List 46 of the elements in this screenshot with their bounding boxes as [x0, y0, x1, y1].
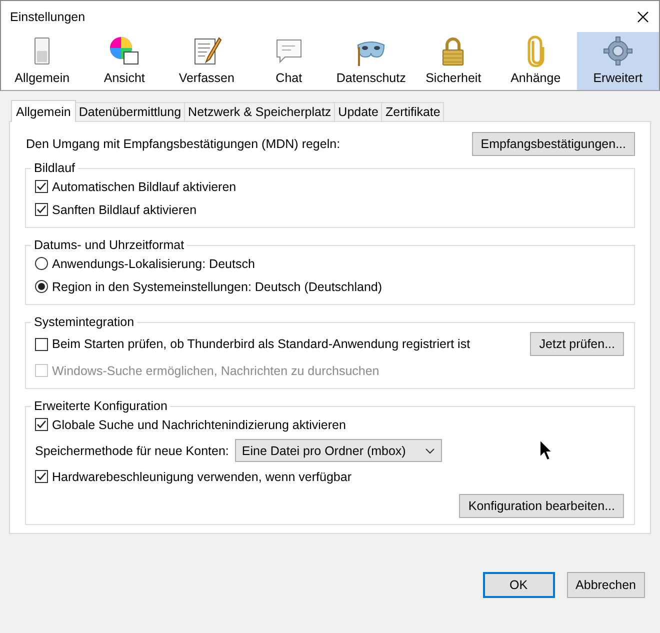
mouse-pointer-icon [539, 439, 553, 461]
checkbox-label: Hardwarebeschleunigung verwenden, wenn verfügbar [52, 470, 352, 484]
group-title: Systemintegration [33, 315, 136, 329]
group-title: Datums- und Uhrzeitformat [33, 238, 186, 252]
close-icon[interactable] [637, 10, 649, 22]
toolbar-tab[interactable]: Datenschutz [330, 32, 412, 90]
check-now-button[interactable]: Jetzt prüfen... [530, 332, 624, 356]
radio-button[interactable] [35, 280, 48, 293]
select-label: Speichermethode für neue Konten: [35, 444, 229, 458]
tab[interactable]: Allgemein [11, 100, 76, 122]
setting-label: Den Umgang mit Empfangsbestätigungen (MDN) regeln: [26, 137, 340, 151]
checkbox[interactable] [35, 470, 48, 483]
group-title: Erweiterte Konfiguration [33, 399, 168, 413]
checkbox-label: Automatischen Bildlauf aktivieren [52, 180, 236, 194]
radio-label: Anwendungs-Lokalisierung: Deutsch [52, 256, 255, 270]
group-title: Bildlauf [33, 161, 76, 175]
checkbox-label: Globale Suche und Nachrichtenindizierung aktivieren [52, 418, 346, 432]
checkbox[interactable] [35, 180, 48, 193]
toolbar-tab[interactable]: Sicherheit [412, 32, 494, 90]
color-palette-icon [108, 35, 140, 67]
checkbox-label: Windows-Suche ermöglichen, Nachrichten zu durchsuchen [52, 364, 380, 378]
checkbox-label: Beim Starten prüfen, ob Thunderbird als Standard-Anwendung registriert ist [52, 337, 470, 351]
toolbar-tab[interactable]: Allgemein [1, 32, 84, 90]
window-title: Einstellungen [10, 10, 86, 24]
config-editor-button[interactable]: Konfiguration bearbeiten... [459, 494, 624, 518]
checkbox[interactable] [35, 338, 48, 350]
checkbox-label: Sanften Bildlauf aktivieren [52, 202, 197, 216]
dialog-button[interactable]: Abbrechen [566, 572, 645, 598]
toolbar-tab[interactable]: Anhänge [494, 32, 577, 90]
radio-label: Region in den Systemeinstellungen: Deutsch (Deutschland) [52, 280, 382, 294]
toolbar-tab[interactable]: Ansicht [83, 32, 166, 90]
dialog-button[interactable]: OK [482, 572, 555, 598]
gear-icon [602, 35, 634, 67]
checkbox[interactable] [35, 418, 48, 431]
tab[interactable]: Datenübermittlung [74, 102, 186, 121]
chevron-down-icon [424, 448, 435, 454]
toolbar-tab[interactable]: Erweitert [576, 32, 659, 90]
tab[interactable]: Update [334, 102, 382, 121]
toolbar-tab[interactable]: Chat [248, 32, 330, 90]
receipts-button[interactable]: Empfangsbestätigungen... [472, 132, 635, 156]
tab[interactable]: Zertifikate [381, 102, 444, 121]
checkbox[interactable] [35, 203, 48, 216]
tab[interactable]: Netzwerk & Speicherplatz [184, 102, 336, 121]
toolbar-tab[interactable]: Verfassen [166, 32, 248, 90]
storage-dropdown[interactable]: Eine Datei pro Ordner (mbox) [234, 439, 442, 462]
radio-button[interactable] [35, 257, 48, 270]
